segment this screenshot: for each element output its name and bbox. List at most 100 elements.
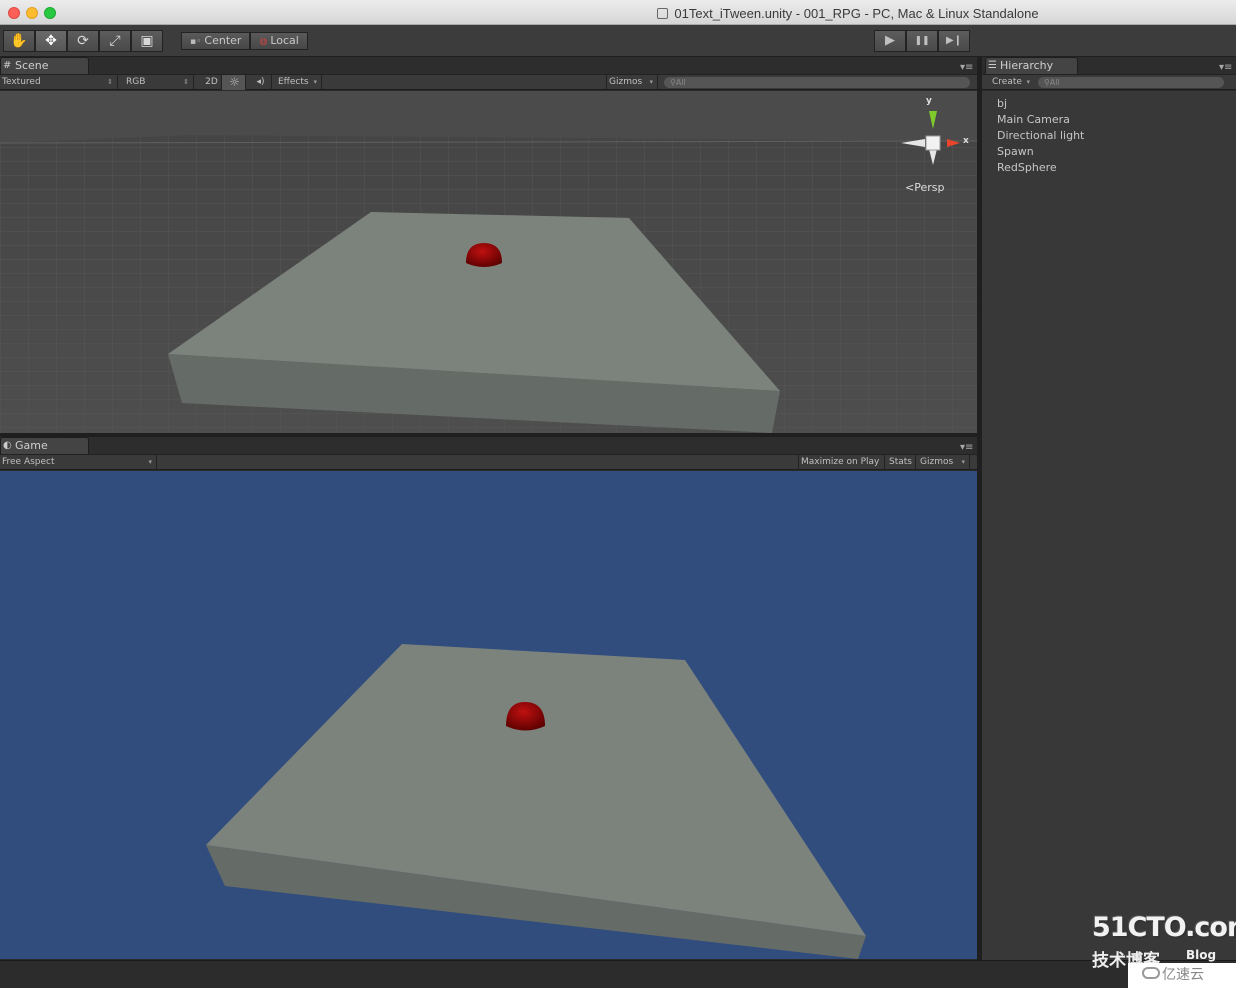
scene-audio-toggle[interactable]: ◂) xyxy=(248,75,272,90)
game-gizmos-dropdown[interactable]: Gizmos ▾ xyxy=(918,455,970,470)
step-button[interactable]: ▶❙ xyxy=(938,30,970,52)
hierarchy-item-redsphere[interactable]: RedSphere xyxy=(997,161,1057,174)
game-control-bar: Free Aspect ▾ Maximize on Play Stats Gizm… xyxy=(0,454,977,470)
move-icon: ✥ xyxy=(45,33,57,49)
watermark: 51CTO.com 技术博客 Blog 亿速云 xyxy=(1088,912,1236,988)
speaker-icon: ◂) xyxy=(256,77,265,87)
rect-tool-button[interactable]: ▣ xyxy=(131,30,163,52)
rotate-icon: ⟳ xyxy=(77,33,89,49)
step-icon: ▶❙ xyxy=(945,35,963,46)
space-label: Local xyxy=(270,34,299,47)
dropdown-arrow-icon: ⇕ xyxy=(183,78,189,86)
draw-mode-label: Textured xyxy=(2,77,41,87)
render-mode-dropdown[interactable]: RGB ⇕ xyxy=(124,75,194,90)
cloud-icon xyxy=(1142,967,1160,979)
move-tool-button[interactable]: ✥ xyxy=(35,30,67,52)
game-gizmos-label: Gizmos xyxy=(920,457,954,467)
transform-tools: ✋ ✥ ⟳ ⤢ ▣ xyxy=(3,30,163,52)
play-controls: ▶ ❚❚ ▶❙ xyxy=(874,30,970,52)
scene-tab-label: Scene xyxy=(15,59,49,72)
hierarchy-list: bj Main Camera Directional light Spawn R… xyxy=(982,91,1236,960)
pivot-local-toggle[interactable]: ◍ Local xyxy=(250,32,308,50)
pivot-controls: ▪◦ Center ◍ Local xyxy=(181,32,308,50)
watermark-51cto-logo: 51CTO.com xyxy=(1092,912,1236,943)
scene-lighting-toggle[interactable]: ☼ xyxy=(222,75,246,90)
maximize-label: Maximize on Play xyxy=(801,457,880,467)
game-tab-bar xyxy=(0,437,977,454)
scene-search-input[interactable]: ⚲All xyxy=(664,77,970,88)
pivot-label: Center xyxy=(204,34,242,47)
watermark-partner: 亿速云 xyxy=(1128,963,1236,988)
play-button[interactable]: ▶ xyxy=(874,30,906,52)
local-space-icon: ◍ xyxy=(259,37,268,47)
scene-gizmos-label: Gizmos xyxy=(609,77,643,87)
hierarchy-item-main-camera[interactable]: Main Camera xyxy=(997,113,1070,126)
hierarchy-panel-menu-icon[interactable]: ▾≡ xyxy=(1219,62,1232,73)
game-panel-menu-icon[interactable]: ▾≡ xyxy=(960,442,973,453)
main-toolbar: ✋ ✥ ⟳ ⤢ ▣ ▪◦ Center ◍ Local ▶ ❚❚ ▶❙ xyxy=(0,25,1236,57)
hierarchy-search-placeholder: All xyxy=(1049,78,1060,87)
pivot-icon: ▪◦ xyxy=(190,37,202,47)
mode-2d-toggle[interactable]: 2D xyxy=(200,75,222,90)
stats-label: Stats xyxy=(889,457,912,467)
scene-panel-menu-icon[interactable]: ▾≡ xyxy=(960,62,973,73)
sun-icon: ☼ xyxy=(229,75,240,89)
projection-toggle[interactable]: <Persp xyxy=(905,181,944,194)
draw-mode-dropdown[interactable]: Textured ⇕ xyxy=(0,75,118,90)
hierarchy-item-spawn[interactable]: Spawn xyxy=(997,145,1034,158)
projection-label: Persp xyxy=(914,181,945,194)
tab-hierarchy[interactable]: ☰ Hierarchy xyxy=(985,57,1078,74)
watermark-blog: Blog xyxy=(1186,948,1217,962)
create-label: Create xyxy=(992,77,1022,87)
scene-render xyxy=(0,91,977,433)
hand-tool-button[interactable]: ✋ xyxy=(3,30,35,52)
game-viewport[interactable] xyxy=(0,471,977,959)
aspect-label: Free Aspect xyxy=(2,457,55,467)
gizmo-x-label: x xyxy=(963,136,969,146)
unity-document-icon xyxy=(657,8,669,19)
game-tab-label: Game xyxy=(15,439,48,452)
window-title-bar: 01Text_iTween.unity - 001_RPG - PC, Mac … xyxy=(0,0,1236,25)
status-bar xyxy=(0,960,1236,988)
hierarchy-item-bj[interactable]: bj xyxy=(997,97,1007,110)
tab-game[interactable]: ◐ Game xyxy=(0,437,89,454)
aspect-dropdown[interactable]: Free Aspect ▾ xyxy=(0,455,157,470)
dropdown-arrow-icon: ⇕ xyxy=(107,78,113,86)
rect-tool-icon: ▣ xyxy=(140,33,154,49)
effects-label: Effects xyxy=(278,77,309,87)
pause-button[interactable]: ❚❚ xyxy=(906,30,938,52)
hierarchy-tab-label: Hierarchy xyxy=(1000,59,1054,72)
scene-viewport[interactable]: y x <Persp xyxy=(0,91,977,433)
create-dropdown[interactable]: Create ▾ xyxy=(990,75,1034,90)
scale-icon: ⤢ xyxy=(109,33,121,49)
dropdown-arrow-icon: ▾ xyxy=(961,458,965,466)
window-title: 01Text_iTween.unity - 001_RPG - PC, Mac … xyxy=(0,6,1236,21)
gizmo-y-label: y xyxy=(926,96,932,106)
watermark-partner-label: 亿速云 xyxy=(1162,967,1204,983)
scale-tool-button[interactable]: ⤢ xyxy=(99,30,131,52)
scene-gizmos-dropdown[interactable]: Gizmos ▾ xyxy=(606,75,658,90)
stats-toggle[interactable]: Stats xyxy=(887,455,916,470)
hierarchy-search-input[interactable]: ⚲All xyxy=(1038,77,1224,88)
dropdown-arrow-icon: ▾ xyxy=(649,78,653,86)
persp-icon: < xyxy=(905,181,915,194)
scene-grid-icon: # xyxy=(3,60,12,71)
hierarchy-item-directional-light[interactable]: Directional light xyxy=(997,129,1084,142)
game-render xyxy=(0,471,977,959)
dropdown-arrow-icon: ▾ xyxy=(148,458,152,466)
effects-dropdown[interactable]: Effects ▾ xyxy=(276,75,322,90)
render-mode-label: RGB xyxy=(126,77,146,87)
mode-2d-label: 2D xyxy=(205,77,218,87)
maximize-on-play-toggle[interactable]: Maximize on Play xyxy=(798,455,885,470)
game-pacman-icon: ◐ xyxy=(3,440,12,451)
dropdown-arrow-icon: ▾ xyxy=(1026,78,1030,86)
hand-icon: ✋ xyxy=(10,33,28,49)
list-icon: ☰ xyxy=(988,60,997,71)
tab-scene[interactable]: # Scene xyxy=(0,57,89,74)
scene-search-placeholder: All xyxy=(675,78,686,87)
hierarchy-control-bar: Create ▾ ⚲All xyxy=(982,74,1236,90)
scene-tab-bar xyxy=(0,57,977,74)
rotate-tool-button[interactable]: ⟳ xyxy=(67,30,99,52)
pivot-center-toggle[interactable]: ▪◦ Center xyxy=(181,32,251,50)
dropdown-arrow-icon: ▾ xyxy=(313,78,317,86)
